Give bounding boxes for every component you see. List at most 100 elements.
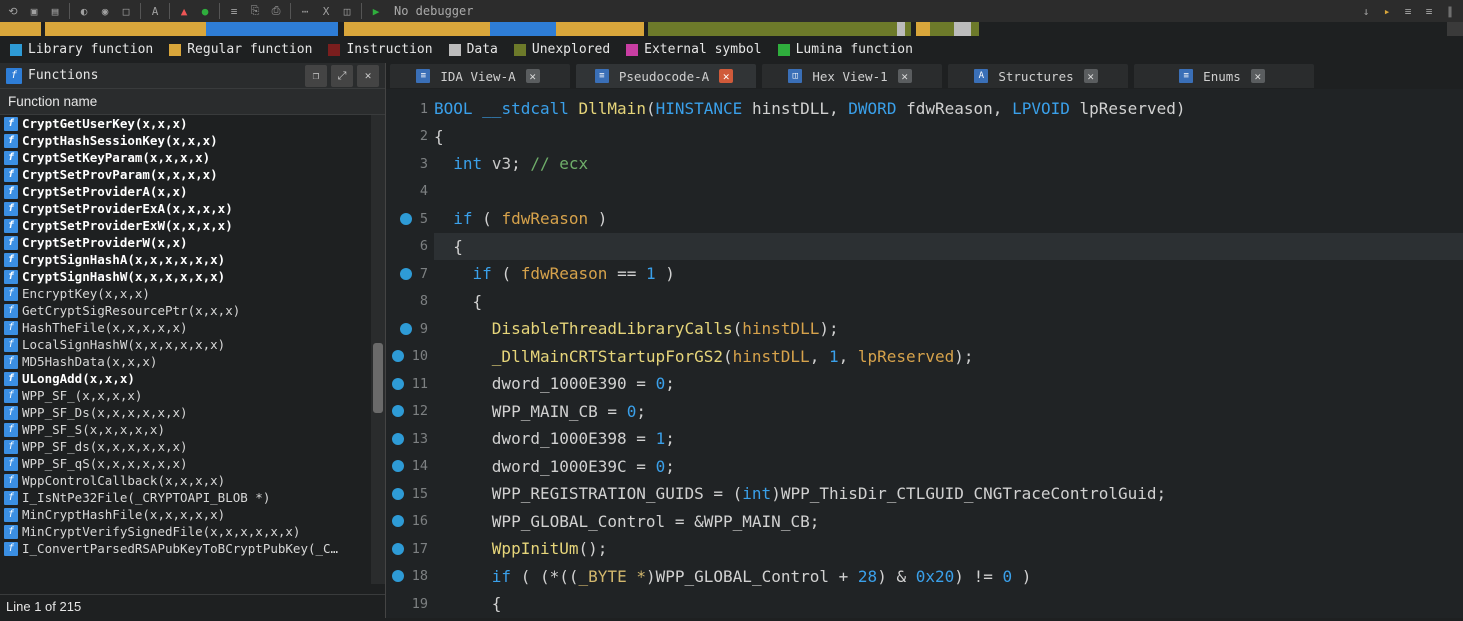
gutter-line[interactable]: 9: [386, 315, 434, 343]
tab-close-icon[interactable]: ✕: [1251, 69, 1265, 83]
toolbar-btn[interactable]: ⟲: [4, 2, 22, 20]
breakpoint-icon[interactable]: [400, 323, 412, 335]
gutter-line[interactable]: 17: [386, 535, 434, 563]
tab-close-icon[interactable]: ✕: [898, 69, 912, 83]
code-line[interactable]: {: [434, 288, 1463, 316]
code-line[interactable]: WppInitUm();: [434, 535, 1463, 563]
nav-segment[interactable]: [971, 22, 978, 36]
nav-segment[interactable]: [556, 22, 644, 36]
editor-tab[interactable]: ≡IDA View-A✕: [390, 64, 570, 88]
editor-tab[interactable]: ≡Enums✕: [1134, 64, 1314, 88]
function-item[interactable]: fMinCryptHashFile(x,x,x,x,x): [0, 506, 385, 523]
code-line[interactable]: _DllMainCRTStartupForGS2(hinstDLL, 1, lp…: [434, 343, 1463, 371]
toolbar-btn[interactable]: ●: [196, 2, 214, 20]
function-item[interactable]: fCryptSetProviderExA(x,x,x,x): [0, 200, 385, 217]
nav-segment[interactable]: [979, 22, 1447, 36]
toolbar-btn[interactable]: ⋯: [296, 2, 314, 20]
column-header[interactable]: Function name: [0, 89, 385, 115]
nav-segment[interactable]: [648, 22, 897, 36]
panel-popout-button[interactable]: ⤢: [331, 65, 353, 87]
toolbar-btn[interactable]: ▸: [1378, 2, 1396, 20]
code-view[interactable]: 12345678910111213141516171819 BOOL __std…: [386, 89, 1463, 618]
toolbar-btn[interactable]: ↓: [1357, 2, 1375, 20]
toolbar-btn[interactable]: ▲: [175, 2, 193, 20]
editor-tab[interactable]: AStructures✕: [948, 64, 1128, 88]
code-line[interactable]: if ( fdwReason == 1 ): [434, 260, 1463, 288]
breakpoint-icon[interactable]: [392, 488, 404, 500]
function-item[interactable]: fWPP_SF_Ds(x,x,x,x,x,x): [0, 404, 385, 421]
breakpoint-icon[interactable]: [392, 460, 404, 472]
nav-segment[interactable]: [45, 22, 206, 36]
code-line[interactable]: int v3; // ecx: [434, 150, 1463, 178]
gutter-line[interactable]: 1: [386, 95, 434, 123]
breakpoint-icon[interactable]: [392, 515, 404, 527]
function-item[interactable]: fWPP_SF_(x,x,x,x): [0, 387, 385, 404]
breakpoint-icon[interactable]: [400, 213, 412, 225]
function-item[interactable]: fWPP_SF_qS(x,x,x,x,x,x): [0, 455, 385, 472]
code-line[interactable]: WPP_MAIN_CB = 0;: [434, 398, 1463, 426]
nav-segment[interactable]: [930, 22, 953, 36]
nav-segment[interactable]: [490, 22, 556, 36]
toolbar-play-icon[interactable]: ▶: [367, 2, 385, 20]
panel-restore-button[interactable]: ❐: [305, 65, 327, 87]
toolbar-btn[interactable]: ◉: [96, 2, 114, 20]
function-item[interactable]: fWPP_SF_S(x,x,x,x,x): [0, 421, 385, 438]
code-line[interactable]: dword_1000E398 = 1;: [434, 425, 1463, 453]
nav-segment[interactable]: [344, 22, 490, 36]
code-line[interactable]: {: [434, 590, 1463, 618]
function-item[interactable]: fCryptHashSessionKey(x,x,x): [0, 132, 385, 149]
function-item[interactable]: fHashTheFile(x,x,x,x,x): [0, 319, 385, 336]
editor-tab[interactable]: ≡Pseudocode-A✕: [576, 64, 756, 88]
toolbar-btn[interactable]: ≡: [1399, 2, 1417, 20]
function-item[interactable]: fCryptSetKeyParam(x,x,x,x): [0, 149, 385, 166]
gutter-line[interactable]: 8: [386, 288, 434, 316]
code-line[interactable]: if ( fdwReason ): [434, 205, 1463, 233]
scrollbar-thumb[interactable]: [373, 343, 383, 413]
editor-tab[interactable]: ◫Hex View-1✕: [762, 64, 942, 88]
function-item[interactable]: fCryptSetProviderW(x,x): [0, 234, 385, 251]
function-item[interactable]: fGetCryptSigResourcePtr(x,x,x): [0, 302, 385, 319]
gutter-line[interactable]: 18: [386, 563, 434, 591]
scrollbar[interactable]: [371, 115, 385, 584]
toolbar-btn[interactable]: ▣: [25, 2, 43, 20]
function-item[interactable]: fWppControlCallback(x,x,x,x): [0, 472, 385, 489]
gutter-line[interactable]: 15: [386, 480, 434, 508]
code-line[interactable]: [434, 178, 1463, 206]
function-item[interactable]: fCryptSetProviderExW(x,x,x,x): [0, 217, 385, 234]
breakpoint-icon[interactable]: [400, 268, 412, 280]
breakpoint-icon[interactable]: [392, 433, 404, 445]
toolbar-btn[interactable]: ◐: [75, 2, 93, 20]
gutter-line[interactable]: 5: [386, 205, 434, 233]
gutter-line[interactable]: 2: [386, 123, 434, 151]
code-line[interactable]: DisableThreadLibraryCalls(hinstDLL);: [434, 315, 1463, 343]
gutter-line[interactable]: 4: [386, 178, 434, 206]
function-item[interactable]: fEncryptKey(x,x,x): [0, 285, 385, 302]
gutter-line[interactable]: 11: [386, 370, 434, 398]
gutter-line[interactable]: 7: [386, 260, 434, 288]
tab-close-icon[interactable]: ✕: [1084, 69, 1098, 83]
gutter-line[interactable]: 12: [386, 398, 434, 426]
nav-segment[interactable]: [954, 22, 972, 36]
toolbar-btn[interactable]: ▤: [46, 2, 64, 20]
code-line[interactable]: if ( (*((_BYTE *)WPP_GLOBAL_Control + 28…: [434, 563, 1463, 591]
code-line[interactable]: {: [434, 123, 1463, 151]
gutter-line[interactable]: 10: [386, 343, 434, 371]
function-item[interactable]: fCryptGetUserKey(x,x,x): [0, 115, 385, 132]
toolbar-btn[interactable]: ⎙: [267, 2, 285, 20]
gutter-line[interactable]: 3: [386, 150, 434, 178]
toolbar-btn[interactable]: ◫: [338, 2, 356, 20]
breakpoint-icon[interactable]: [392, 405, 404, 417]
breakpoint-icon[interactable]: [392, 350, 404, 362]
function-item[interactable]: fMD5HashData(x,x,x): [0, 353, 385, 370]
toolbar-btn[interactable]: ≡: [225, 2, 243, 20]
nav-segment[interactable]: [0, 22, 41, 36]
code-line[interactable]: {: [434, 233, 1463, 261]
breakpoint-icon[interactable]: [392, 543, 404, 555]
function-item[interactable]: fMinCryptVerifySignedFile(x,x,x,x,x,x): [0, 523, 385, 540]
function-item[interactable]: fCryptSetProvParam(x,x,x,x): [0, 166, 385, 183]
code-line[interactable]: BOOL __stdcall DllMain(HINSTANCE hinstDL…: [434, 95, 1463, 123]
toolbar-btn[interactable]: A: [146, 2, 164, 20]
function-item[interactable]: fI_IsNtPe32File(_CRYPTOAPI_BLOB *): [0, 489, 385, 506]
function-item[interactable]: fI_ConvertParsedRSAPubKeyToBCryptPubKey(…: [0, 540, 385, 557]
panel-close-button[interactable]: ✕: [357, 65, 379, 87]
